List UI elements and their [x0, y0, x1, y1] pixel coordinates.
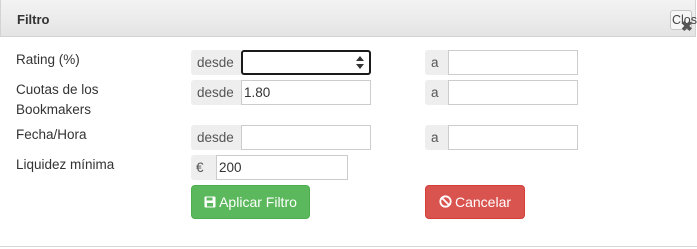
dialog-bottom-divider	[0, 246, 697, 247]
date-from-input[interactable]	[241, 125, 371, 150]
odds-to-input[interactable]	[448, 80, 578, 105]
liquidity-value: 200	[219, 160, 242, 175]
close-icon: ✖	[681, 18, 693, 34]
apply-filter-button[interactable]: Aplicar Filtro	[191, 185, 310, 219]
ban-icon	[439, 187, 452, 219]
odds-from-input[interactable]: 1.80	[241, 80, 371, 105]
filter-dialog: Filtro Clos ✖ Rating (%) desde a Cuotas …	[0, 0, 697, 249]
odds-label-line2: Bookmakers	[16, 102, 92, 117]
dialog-title: Filtro	[17, 12, 50, 27]
date-to-input[interactable]	[448, 125, 578, 150]
rating-label: Rating (%)	[16, 52, 80, 67]
rating-from-addon: desde	[191, 50, 241, 75]
apply-filter-label: Aplicar Filtro	[219, 194, 297, 210]
liquidity-input[interactable]: 200	[216, 155, 348, 180]
number-spinner-icon[interactable]	[356, 56, 365, 70]
odds-to-addon: a	[425, 80, 448, 105]
date-label: Fecha/Hora	[16, 127, 87, 142]
currency-addon: €	[191, 155, 216, 180]
rating-from-input[interactable]	[241, 50, 371, 75]
odds-from-value: 1.80	[244, 85, 271, 100]
cancel-button[interactable]: Cancelar	[425, 185, 525, 219]
date-to-addon: a	[425, 125, 448, 150]
date-from-addon: desde	[191, 125, 241, 150]
cancel-label: Cancelar	[454, 194, 512, 210]
dialog-titlebar: Filtro Clos ✖	[0, 0, 697, 37]
rating-to-addon: a	[425, 50, 448, 75]
liquidity-label: Liquidez mínima	[16, 157, 115, 172]
save-icon	[204, 187, 216, 219]
odds-label-line1: Cuotas de los	[16, 82, 99, 97]
rating-to-input[interactable]	[448, 50, 578, 75]
close-button[interactable]: Clos ✖	[670, 10, 697, 34]
odds-from-addon: desde	[191, 80, 241, 105]
